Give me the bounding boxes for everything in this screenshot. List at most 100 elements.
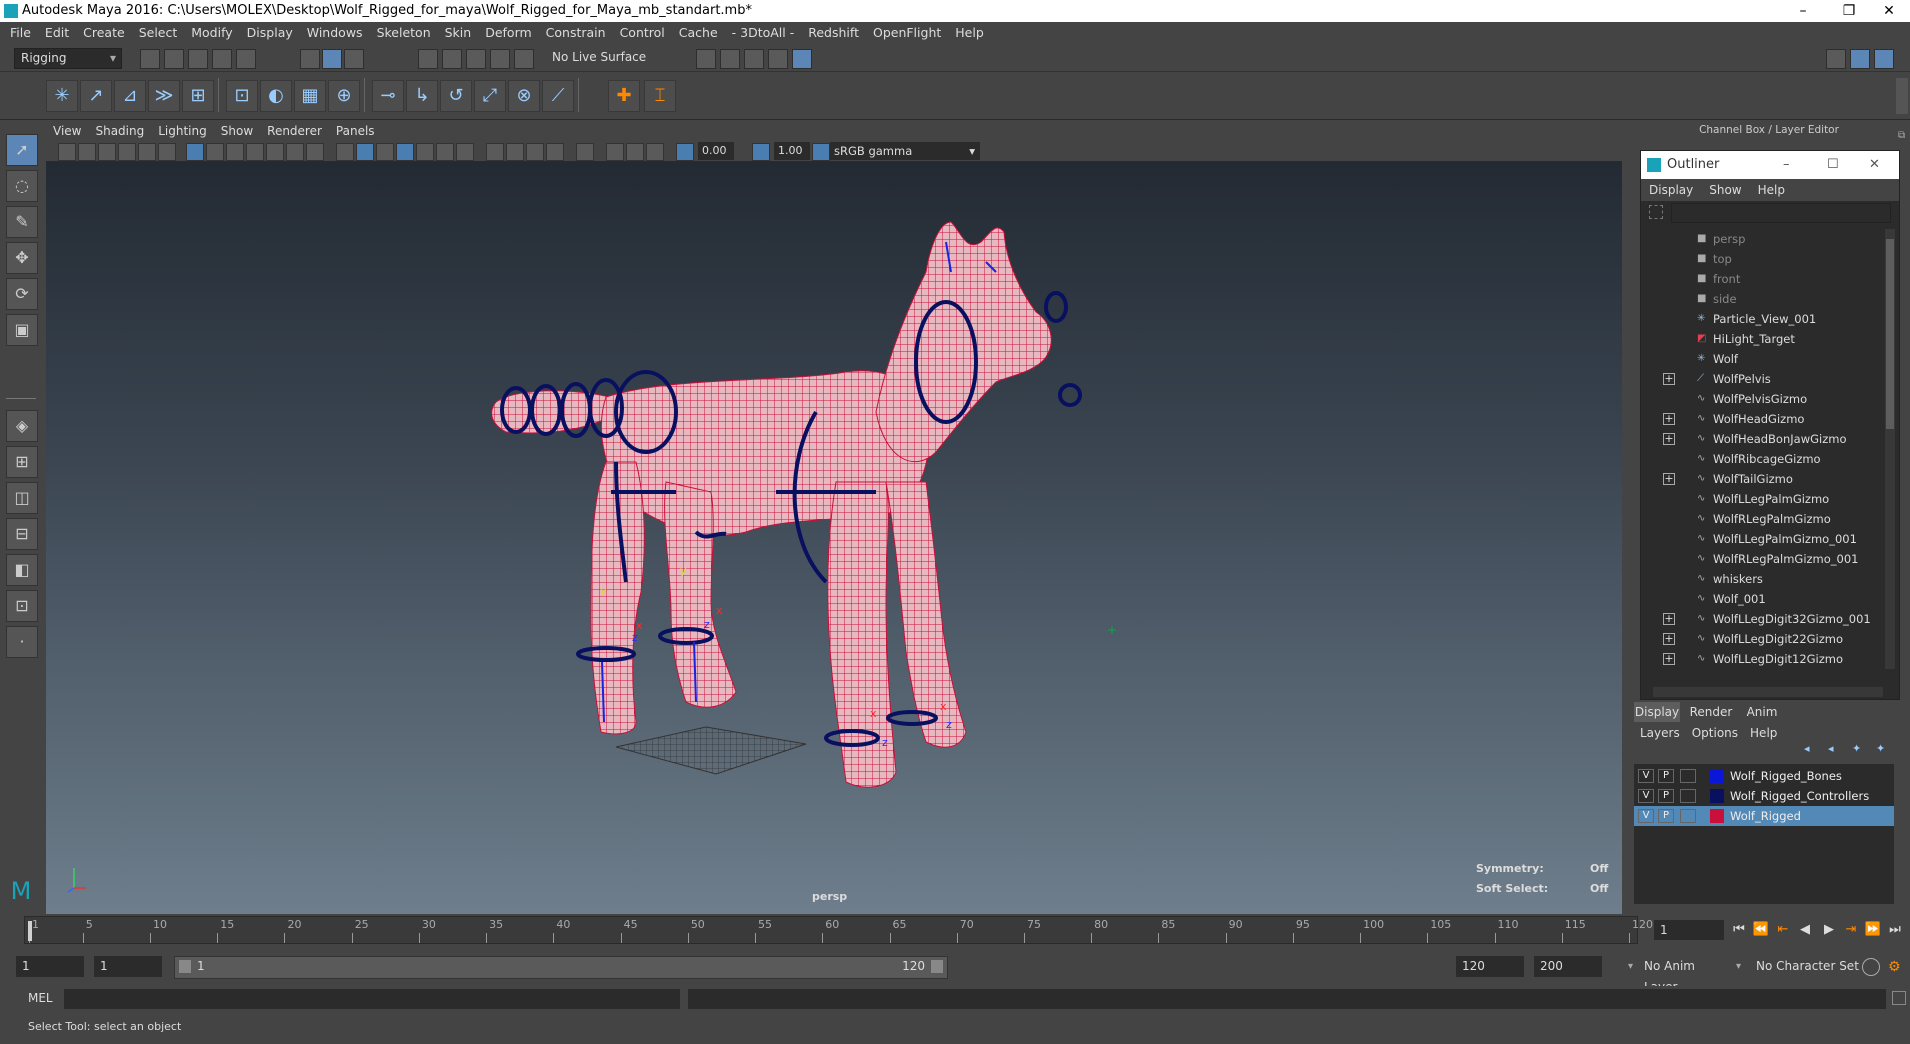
- safe-action-icon[interactable]: [286, 143, 304, 161]
- make-live-icon[interactable]: [514, 49, 534, 69]
- perspective-viewport[interactable]: y x z y x z x z x z Symmetry: Off Soft S…: [46, 162, 1622, 914]
- ik-spline-icon[interactable]: ⊿: [114, 80, 146, 112]
- layer-playback-toggle[interactable]: P: [1658, 769, 1674, 783]
- smooth-shade-icon[interactable]: [356, 143, 374, 161]
- menu-skin[interactable]: Skin: [438, 22, 479, 44]
- menu-set-selector[interactable]: Rigging: [14, 48, 122, 69]
- step-forward-frame-icon[interactable]: ⏩: [1864, 922, 1882, 938]
- wireframe-icon[interactable]: [336, 143, 354, 161]
- layer-menu-help[interactable]: Help: [1744, 722, 1783, 744]
- outliner-item[interactable]: + ∿ WolfHeadBonJawGizmo: [1641, 429, 1885, 449]
- layer-menu-options[interactable]: Options: [1686, 722, 1744, 744]
- minimize-button[interactable]: –: [1780, 0, 1826, 22]
- layer-menu-layers[interactable]: Layers: [1634, 722, 1686, 744]
- persp-graph-hypershade-layout-icon[interactable]: ⊡: [6, 590, 38, 622]
- open-scene-icon[interactable]: [164, 49, 184, 69]
- expand-icon[interactable]: +: [1663, 473, 1675, 485]
- script-language-label[interactable]: MEL: [28, 991, 53, 1005]
- outliner-item[interactable]: ■ top: [1641, 249, 1885, 269]
- rotate-tool-icon[interactable]: ⟳: [6, 278, 38, 310]
- xray-icon[interactable]: [606, 143, 624, 161]
- range-slider-bar[interactable]: 1 120: [174, 956, 948, 979]
- viewport-menu-show[interactable]: Show: [214, 122, 260, 140]
- grid-toggle-icon[interactable]: [186, 143, 204, 161]
- menu-deform[interactable]: Deform: [478, 22, 538, 44]
- new-scene-icon[interactable]: [140, 49, 160, 69]
- exposure-icon[interactable]: [676, 143, 694, 161]
- shelf-scroll-icon[interactable]: [1896, 78, 1908, 114]
- attribute-editor-toggle-icon[interactable]: [1850, 49, 1870, 69]
- viewport-menu-view[interactable]: View: [46, 122, 88, 140]
- depth-of-field-icon[interactable]: [546, 143, 564, 161]
- xray-active-components-icon[interactable]: [626, 143, 644, 161]
- outliner-menu-help[interactable]: Help: [1750, 179, 1793, 201]
- outliner-filter-icon[interactable]: [1649, 205, 1663, 219]
- range-end-handle[interactable]: [931, 960, 943, 973]
- playback-end-field[interactable]: 120: [1456, 956, 1524, 977]
- select-component-icon[interactable]: [344, 49, 364, 69]
- outliner-item[interactable]: + ∿ WolfLLegDigit22Gizmo: [1641, 629, 1885, 649]
- outliner-item[interactable]: + ∿ WolfLLegDigit12Gizmo: [1641, 649, 1885, 669]
- motion-blur-icon[interactable]: [506, 143, 524, 161]
- exposure-field[interactable]: 0.00: [698, 142, 734, 160]
- menu-file[interactable]: File: [0, 22, 38, 44]
- outliner-menu-display[interactable]: Display: [1641, 179, 1701, 201]
- move-layer-up-icon[interactable]: ◂: [1804, 742, 1820, 758]
- cluster-icon[interactable]: ⊕: [328, 80, 360, 112]
- redo-icon[interactable]: [236, 49, 256, 69]
- bookmark-icon[interactable]: [98, 143, 116, 161]
- field-chart-icon[interactable]: [266, 143, 284, 161]
- render-frame-icon[interactable]: [720, 49, 740, 69]
- snap-curve-icon[interactable]: [442, 49, 462, 69]
- step-back-key-icon[interactable]: ⇤: [1774, 922, 1792, 938]
- playback-start-field[interactable]: 1: [94, 956, 162, 977]
- safe-title-icon[interactable]: [306, 143, 324, 161]
- gamma-icon[interactable]: [752, 143, 770, 161]
- menu-help[interactable]: Help: [948, 22, 991, 44]
- wireframe-on-shaded-icon[interactable]: [396, 143, 414, 161]
- snap-grid-icon[interactable]: [418, 49, 438, 69]
- move-layer-down-icon[interactable]: ◂: [1828, 742, 1844, 758]
- outliner-item[interactable]: ■ persp: [1641, 229, 1885, 249]
- undo-icon[interactable]: [212, 49, 232, 69]
- expand-icon[interactable]: +: [1663, 373, 1675, 385]
- animation-preferences-icon[interactable]: ⚙: [1888, 958, 1906, 976]
- panel-float-icon[interactable]: ⧉: [1898, 130, 1910, 146]
- four-view-layout-icon[interactable]: ⊞: [6, 446, 38, 478]
- outliner-item[interactable]: ✳ Particle_View_001: [1641, 309, 1885, 329]
- layer-row[interactable]: V P Wolf_Rigged_Bones: [1634, 766, 1894, 786]
- layer-playback-toggle[interactable]: P: [1658, 809, 1674, 823]
- outliner-minimize-button[interactable]: –: [1783, 151, 1790, 179]
- expand-icon[interactable]: +: [1663, 613, 1675, 625]
- menu-edit[interactable]: Edit: [38, 22, 76, 44]
- outliner-item[interactable]: ∿ WolfLLegPalmGizmo_001: [1641, 529, 1885, 549]
- custom-layout-icon[interactable]: ·: [6, 626, 38, 658]
- ambient-occlusion-icon[interactable]: [486, 143, 504, 161]
- channel-box-toggle-icon[interactable]: [1874, 49, 1894, 69]
- outliner-maximize-button[interactable]: ☐: [1827, 151, 1839, 179]
- mirror-joint-icon[interactable]: ⊞: [182, 80, 214, 112]
- outliner-item[interactable]: ∿ WolfRLegPalmGizmo: [1641, 509, 1885, 529]
- current-frame-field[interactable]: 1: [1654, 920, 1724, 940]
- tab-render[interactable]: Render: [1684, 702, 1738, 722]
- layer-display-type-toggle[interactable]: [1680, 789, 1696, 803]
- select-hierarchy-icon[interactable]: [300, 49, 320, 69]
- layer-color-swatch[interactable]: [1710, 789, 1724, 803]
- paint-weights-icon[interactable]: ◐: [260, 80, 292, 112]
- lattice-icon[interactable]: ▦: [294, 80, 326, 112]
- image-plane-icon[interactable]: [118, 143, 136, 161]
- outliner-item[interactable]: + ⟋ WolfPelvis: [1641, 369, 1885, 389]
- insert-joint-icon[interactable]: ≫: [148, 80, 180, 112]
- outliner-item[interactable]: ◩ HiLight_Target: [1641, 329, 1885, 349]
- go-to-end-icon[interactable]: ⏭: [1886, 922, 1904, 938]
- grease-pencil-icon[interactable]: [158, 143, 176, 161]
- menu-create[interactable]: Create: [76, 22, 132, 44]
- 2d-pan-zoom-icon[interactable]: [138, 143, 156, 161]
- view-transform-selector[interactable]: sRGB gamma: [830, 142, 980, 160]
- menu-select[interactable]: Select: [132, 22, 185, 44]
- layer-row[interactable]: V P Wolf_Rigged_Controllers: [1634, 786, 1894, 806]
- render-settings-icon[interactable]: [696, 49, 716, 69]
- parent-constraint-icon[interactable]: ⊗: [508, 80, 540, 112]
- animation-end-field[interactable]: 200: [1534, 956, 1602, 977]
- outliner-item[interactable]: ∿ WolfRLegPalmGizmo_001: [1641, 549, 1885, 569]
